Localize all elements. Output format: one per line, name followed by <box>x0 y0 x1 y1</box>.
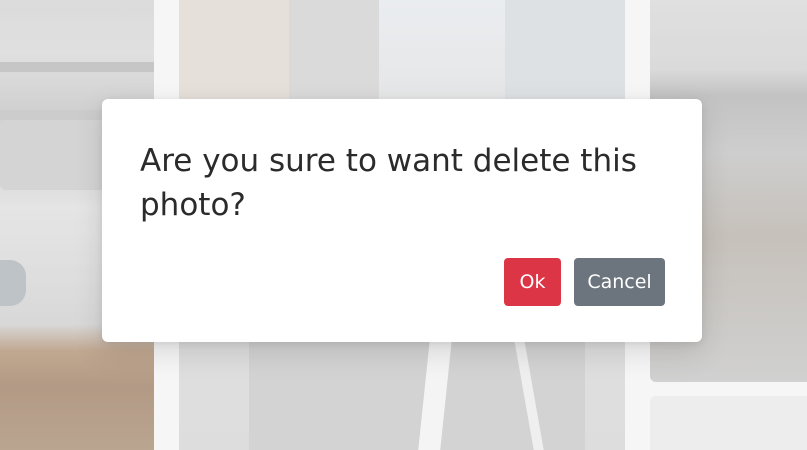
page: Are you sure to want delete this photo? … <box>0 0 807 450</box>
dialog-message: Are you sure to want delete this photo? <box>140 143 637 223</box>
cancel-button[interactable]: Cancel <box>574 258 665 306</box>
ok-button[interactable]: Ok <box>504 258 561 306</box>
delete-confirmation-dialog: Are you sure to want delete this photo? … <box>102 99 702 342</box>
